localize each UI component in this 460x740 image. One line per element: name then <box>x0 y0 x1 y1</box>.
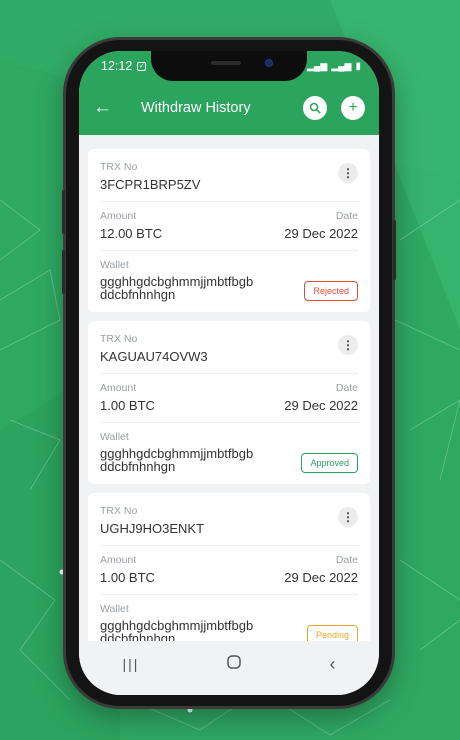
search-icon[interactable] <box>303 96 327 120</box>
volume-button <box>62 190 65 234</box>
amount-label: Amount <box>100 554 137 566</box>
withdraw-list: ⋮ TRX No 3FCPR1BRP5ZV Amount Date 12.00 … <box>79 135 379 656</box>
arrow-left-icon[interactable]: ← <box>93 97 117 119</box>
more-vertical-icon[interactable]: ⋮ <box>338 163 358 183</box>
date-value: 29 Dec 2022 <box>284 570 358 585</box>
amount-date-values: 1.00 BTC 29 Dec 2022 <box>100 566 358 585</box>
trx-value: UGHJ9HO3ENKT <box>100 521 205 536</box>
check-icon: ✓ <box>137 61 147 71</box>
date-value: 29 Dec 2022 <box>284 398 358 413</box>
signal-icon: ▂▄▆ <box>307 60 328 71</box>
wallet-label: Wallet <box>100 259 129 271</box>
wallet-value: ggghhgdcbghmmjjmbtfbgb ddcbfnhnhgn <box>100 446 254 474</box>
home-icon[interactable] <box>226 654 242 675</box>
transaction-card: ⋮ TRX No KAGUAU74OVW3 Amount Date 1.00 B… <box>88 321 370 484</box>
transaction-card: ⋮ TRX No UGHJ9HO3ENKT Amount Date 1.00 B… <box>88 493 370 656</box>
speaker <box>211 61 241 65</box>
divider <box>100 594 358 595</box>
date-label: Date <box>335 210 358 222</box>
amount-date-labels: Amount Date <box>100 210 358 222</box>
nav-back-icon[interactable]: ‹ <box>329 654 335 675</box>
trx-label: TRX No <box>100 161 138 173</box>
divider <box>100 422 358 423</box>
app-bar: ← Withdraw History + <box>79 81 379 135</box>
trx-value: 3FCPR1BRP5ZV <box>100 177 201 192</box>
status-left: 12:12 ✓ ⁷⁄ <box>101 59 158 73</box>
plus-icon[interactable]: + <box>341 96 365 120</box>
wallet-row: ggghhgdcbghmmjjmbtfbgb ddcbfnhnhgn Rejec… <box>100 271 358 301</box>
amount-value: 12.00 BTC <box>100 226 163 241</box>
amount-label: Amount <box>100 382 137 394</box>
amount-date-values: 1.00 BTC 29 Dec 2022 <box>100 394 358 413</box>
date-value: 29 Dec 2022 <box>284 226 358 241</box>
amount-date-values: 12.00 BTC 29 Dec 2022 <box>100 222 358 241</box>
amount-value: 1.00 BTC <box>100 570 155 585</box>
power-button <box>393 220 396 280</box>
divider <box>100 373 358 374</box>
system-nav-bar: ||| ‹ <box>79 641 379 695</box>
battery-icon: ▮ <box>355 60 361 72</box>
screen: 12:12 ✓ ⁷⁄ ▮▮ ▂▄▆ ▂▄▆ ▮ ← Withdraw Histo… <box>79 51 379 695</box>
camera <box>265 59 273 67</box>
trx-label: TRX No <box>100 333 138 345</box>
transaction-card: ⋮ TRX No 3FCPR1BRP5ZV Amount Date 12.00 … <box>88 149 370 312</box>
status-badge: Approved <box>301 453 358 473</box>
notch <box>151 51 307 81</box>
signal-icon: ▂▄▆ <box>331 60 352 71</box>
date-label: Date <box>335 554 358 566</box>
divider <box>100 201 358 202</box>
wallet-label: Wallet <box>100 431 129 443</box>
phone-frame: 12:12 ✓ ⁷⁄ ▮▮ ▂▄▆ ▂▄▆ ▮ ← Withdraw Histo… <box>62 40 396 706</box>
wallet-row: ggghhgdcbghmmjjmbtfbgb ddcbfnhnhgn Appro… <box>100 443 358 473</box>
date-label: Date <box>335 382 358 394</box>
amount-label: Amount <box>100 210 137 222</box>
trx-label: TRX No <box>100 505 138 517</box>
divider <box>100 250 358 251</box>
trx-value: KAGUAU74OVW3 <box>100 349 208 364</box>
amount-date-labels: Amount Date <box>100 554 358 566</box>
wallet-value: ggghhgdcbghmmjjmbtfbgb ddcbfnhnhgn <box>100 274 254 302</box>
more-vertical-icon[interactable]: ⋮ <box>338 507 358 527</box>
more-vertical-icon[interactable]: ⋮ <box>338 335 358 355</box>
volume-button <box>62 250 65 294</box>
divider <box>100 545 358 546</box>
page-title: Withdraw History <box>141 100 251 116</box>
wallet-label: Wallet <box>100 603 129 615</box>
status-time: 12:12 <box>101 59 133 73</box>
amount-date-labels: Amount Date <box>100 382 358 394</box>
amount-value: 1.00 BTC <box>100 398 155 413</box>
recents-icon[interactable]: ||| <box>123 656 140 672</box>
status-badge: Rejected <box>304 281 358 301</box>
